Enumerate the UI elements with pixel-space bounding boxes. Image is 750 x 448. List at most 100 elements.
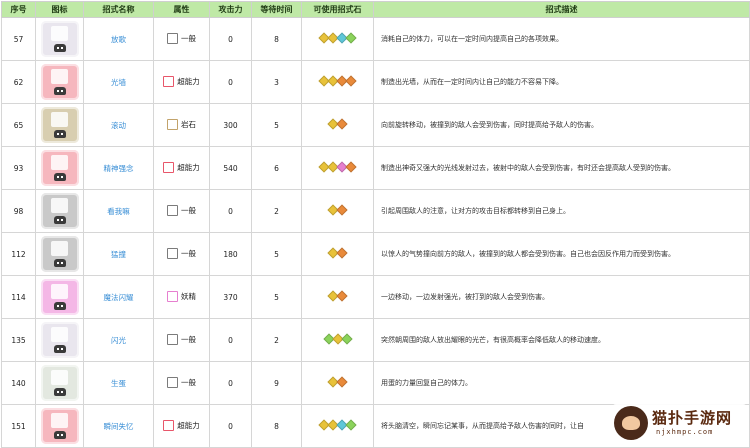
row-icon-cell xyxy=(35,275,84,319)
move-name-link[interactable]: 光墙 xyxy=(111,78,126,87)
move-icon xyxy=(40,150,79,186)
row-wait: 5 xyxy=(251,103,302,147)
move-stones xyxy=(327,204,348,216)
table-row: 112 猛撞 一般 180 5 以惊人的气势撞向前方的敌人，被撞到的敌人都会受到… xyxy=(1,232,750,276)
move-stone-icon xyxy=(340,333,353,345)
row-icon-cell xyxy=(35,232,84,276)
table-row: 140 生蛋 一般 0 9 用蛋的力量回复自己的体力。 xyxy=(1,361,750,405)
move-name-link[interactable]: 精神强念 xyxy=(104,164,134,173)
type-icon xyxy=(167,118,178,130)
row-attack: 0 xyxy=(209,189,252,233)
move-type: 超能力 xyxy=(177,162,200,172)
move-type: 超能力 xyxy=(177,76,200,86)
row-attack: 180 xyxy=(209,232,252,276)
row-no: 114 xyxy=(1,275,36,319)
move-name-link[interactable]: 生蛋 xyxy=(111,379,126,388)
move-icon xyxy=(40,236,79,272)
row-wait: 6 xyxy=(251,146,302,190)
table-row: 65 滚动 岩石 300 5 向前旋转移动，被撞到的敌人会受到伤害，同时提高给予… xyxy=(1,103,750,147)
move-name-link[interactable]: 瞬间失忆 xyxy=(104,422,134,431)
row-attack: 0 xyxy=(209,318,252,362)
type-icon xyxy=(163,419,175,431)
row-wait: 3 xyxy=(251,60,302,104)
move-name-link[interactable]: 闪光 xyxy=(111,336,126,345)
header-attack: 攻击力 xyxy=(209,1,252,18)
move-stone-icon xyxy=(345,32,357,44)
move-icon xyxy=(40,21,79,57)
move-icon xyxy=(40,193,79,229)
move-stone-icon xyxy=(336,118,348,130)
row-icon-cell xyxy=(35,60,84,104)
row-desc: 制造出神奇又强大的光线发射过去，被射中的敌人会受到伤害，有时还会提高敌人受到的伤… xyxy=(373,146,750,190)
move-stones xyxy=(318,32,357,44)
table-row: 114 魔法闪耀 妖精 370 5 一边移动，一边发射强光，被打到的敌人会受到伤… xyxy=(1,275,750,319)
move-icon xyxy=(40,408,79,444)
row-wait: 5 xyxy=(251,232,302,276)
move-type: 一般 xyxy=(181,33,196,43)
row-desc: 一边移动，一边发射强光，被打到的敌人会受到伤害。 xyxy=(373,275,750,319)
move-type: 超能力 xyxy=(177,420,200,430)
move-stone-icon xyxy=(336,290,348,302)
row-desc: 用蛋的力量回复自己的体力。 xyxy=(373,361,750,405)
row-icon-cell xyxy=(35,361,84,405)
header-name: 招式名称 xyxy=(83,1,154,18)
row-wait: 8 xyxy=(251,17,302,61)
row-icon-cell xyxy=(35,318,84,362)
move-type: 妖精 xyxy=(181,291,196,301)
row-no: 112 xyxy=(1,232,36,276)
move-stones xyxy=(327,290,348,302)
table-row: 98 看我嘛 一般 0 2 引起周围敌人的注意，让对方的攻击目标都转移到自己身上… xyxy=(1,189,750,233)
row-desc: 制造出光墙，从而在一定时间内让自己的能力不容易下降。 xyxy=(373,60,750,104)
watermark: 猫扑手游网 njxhmpc.com xyxy=(612,404,747,444)
row-no: 65 xyxy=(1,103,36,147)
move-name-link[interactable]: 猛撞 xyxy=(111,250,126,259)
type-icon xyxy=(167,290,178,302)
row-attack: 0 xyxy=(209,17,252,61)
move-name-link[interactable]: 看我嘛 xyxy=(107,207,130,216)
row-no: 98 xyxy=(1,189,36,233)
header-row: 序号 图标 招式名称 属性 攻击力 等待时间 可使用招式石 招式描述 xyxy=(1,1,750,18)
watermark-url: njxhmpc.com xyxy=(656,428,714,436)
row-desc: 引起周围敌人的注意，让对方的攻击目标都转移到自己身上。 xyxy=(373,189,750,233)
row-wait: 8 xyxy=(251,404,302,448)
row-wait: 9 xyxy=(251,361,302,405)
row-attack: 0 xyxy=(209,404,252,448)
type-icon xyxy=(167,247,178,259)
move-stone-icon xyxy=(336,204,348,216)
type-icon xyxy=(163,161,175,173)
move-icon xyxy=(40,107,79,143)
row-attack: 0 xyxy=(209,361,252,405)
move-stones xyxy=(327,118,348,130)
header-icon: 图标 xyxy=(35,1,84,18)
move-type: 一般 xyxy=(181,248,196,258)
move-stones xyxy=(318,75,357,87)
row-attack: 0 xyxy=(209,60,252,104)
move-stone-icon xyxy=(345,75,357,87)
move-name-link[interactable]: 放歌 xyxy=(111,35,126,44)
row-no: 140 xyxy=(1,361,36,405)
move-type: 一般 xyxy=(181,334,196,344)
move-name-link[interactable]: 滚动 xyxy=(111,121,126,130)
row-wait: 2 xyxy=(251,318,302,362)
move-stone-icon xyxy=(336,376,348,388)
type-icon xyxy=(167,32,178,44)
row-desc: 以惊人的气势撞向前方的敌人，被撞到的敌人都会受到伤害。自己也会因反作用力而受到伤… xyxy=(373,232,750,276)
move-stones xyxy=(318,419,357,431)
move-stones xyxy=(327,247,348,259)
type-icon xyxy=(167,333,178,345)
row-attack: 540 xyxy=(209,146,252,190)
row-attack: 300 xyxy=(209,103,252,147)
move-icon xyxy=(40,279,79,315)
row-wait: 5 xyxy=(251,275,302,319)
row-icon-cell xyxy=(35,103,84,147)
move-name-link[interactable]: 魔法闪耀 xyxy=(104,293,134,302)
header-desc: 招式描述 xyxy=(373,1,750,18)
row-icon-cell xyxy=(35,404,84,448)
move-stone-icon xyxy=(336,247,348,259)
row-icon-cell xyxy=(35,189,84,233)
type-icon xyxy=(167,376,178,388)
move-type: 一般 xyxy=(181,377,196,387)
row-no: 135 xyxy=(1,318,36,362)
row-attack: 370 xyxy=(209,275,252,319)
move-stones xyxy=(327,376,348,388)
